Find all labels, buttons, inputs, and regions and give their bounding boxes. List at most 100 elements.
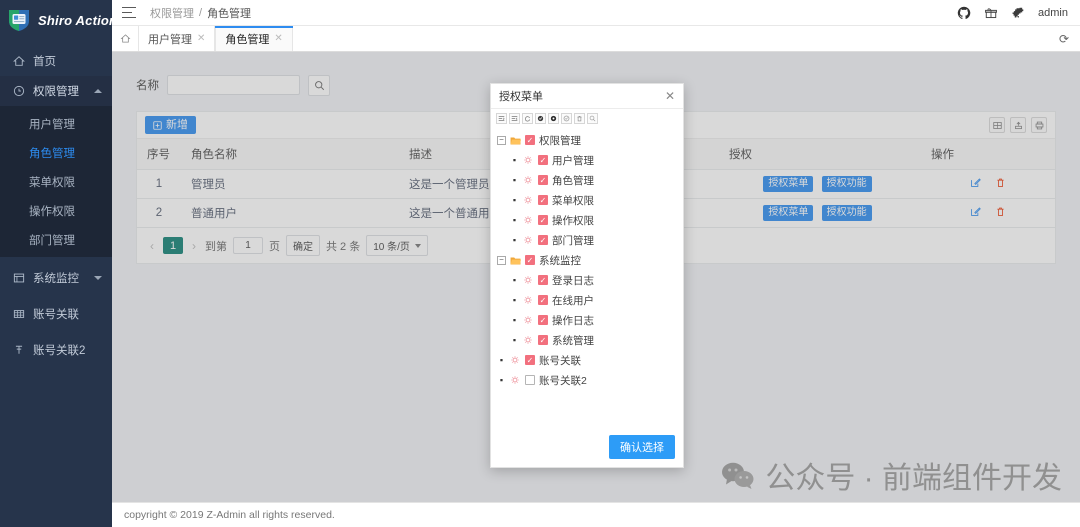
tree-node[interactable]: ▪ ✓ 系统管理 — [497, 330, 683, 350]
refresh-icon[interactable] — [522, 113, 533, 124]
sidebar-item-account-link[interactable]: 账号关联 — [0, 299, 112, 329]
grant-menu-button[interactable]: 授权菜单 — [763, 205, 814, 221]
plus-square-icon — [153, 120, 162, 130]
tree-checkbox[interactable]: ✓ — [538, 175, 548, 185]
sidebar-item-account-link-2[interactable]: 账号关联2 — [0, 335, 112, 365]
tree-node[interactable]: ▪ ✓ 在线用户 — [497, 290, 683, 310]
tree-node-label[interactable]: 操作权限 — [552, 213, 594, 228]
github-icon[interactable] — [957, 6, 971, 20]
goto-page-input[interactable] — [233, 237, 263, 254]
sidebar-item-role-manage[interactable]: 角色管理 — [0, 138, 112, 167]
delete-icon[interactable] — [995, 177, 1006, 191]
tree-node-label[interactable]: 登录日志 — [552, 273, 594, 288]
tree-node[interactable]: ▪ ✓ 用户管理 — [497, 150, 683, 170]
tree-node[interactable]: ▪ ✓ 角色管理 — [497, 170, 683, 190]
tree-checkbox[interactable]: ✓ — [525, 255, 535, 265]
shield-badge-icon — [6, 8, 32, 32]
user-menu[interactable]: admin — [1038, 7, 1068, 19]
tree-bullet-icon: ▪ — [512, 275, 517, 285]
zoom-icon[interactable] — [587, 113, 598, 124]
grant-menu-button[interactable]: 授权菜单 — [763, 176, 814, 192]
tree-node-label[interactable]: 权限管理 — [539, 133, 581, 148]
tree-node-label[interactable]: 用户管理 — [552, 153, 594, 168]
page-next-button[interactable]: › — [189, 239, 199, 253]
trash-icon[interactable] — [574, 113, 585, 124]
close-icon[interactable]: ✕ — [665, 90, 675, 102]
add-button[interactable]: 新增 — [145, 116, 196, 134]
tree-node-label[interactable]: 角色管理 — [552, 173, 594, 188]
tree-checkbox[interactable]: ✓ — [538, 315, 548, 325]
tree-node-label[interactable]: 系统监控 — [539, 253, 581, 268]
tab-role-manage[interactable]: 角色管理 ✕ — [215, 26, 294, 51]
goto-confirm-button[interactable]: 确定 — [286, 235, 320, 256]
search-button[interactable] — [308, 74, 330, 96]
search-input[interactable] — [167, 75, 300, 95]
tree-checkbox[interactable]: ✓ — [525, 355, 535, 365]
check-circle-icon[interactable] — [561, 113, 572, 124]
columns-icon[interactable] — [989, 117, 1005, 133]
sidebar-item-action-permission[interactable]: 操作权限 — [0, 196, 112, 225]
tab-user-manage[interactable]: 用户管理 ✕ — [138, 26, 216, 51]
print-icon[interactable] — [1031, 117, 1047, 133]
tab-close-icon-0[interactable]: ✕ — [197, 33, 205, 44]
breadcrumb-item-1[interactable]: 角色管理 — [207, 5, 251, 21]
tab-refresh-icon[interactable]: ⟳ — [1048, 26, 1080, 51]
tree-checkbox[interactable] — [525, 375, 535, 385]
tree-node-label[interactable]: 在线用户 — [552, 293, 594, 308]
tree-checkbox[interactable]: ✓ — [538, 335, 548, 345]
sidebar-item-user-manage[interactable]: 用户管理 — [0, 109, 112, 138]
page-number-1[interactable]: 1 — [163, 237, 183, 254]
delete-icon[interactable] — [995, 206, 1006, 220]
tree-checkbox[interactable]: ✓ — [525, 135, 535, 145]
tree-node-label[interactable]: 菜单权限 — [552, 193, 594, 208]
tree-node[interactable]: ▪ ✓ 操作权限 — [497, 210, 683, 230]
tree-toggle-icon[interactable]: − — [497, 255, 506, 265]
tab-home-icon[interactable] — [112, 26, 138, 51]
gift-icon[interactable] — [984, 6, 998, 20]
tree-node[interactable]: ▪ ✓ 账号关联 — [497, 350, 683, 370]
tree-node[interactable]: − ✓ 系统监控 — [497, 250, 683, 270]
tree-node-label[interactable]: 操作日志 — [552, 313, 594, 328]
sidebar-item-menu-permission[interactable]: 菜单权限 — [0, 167, 112, 196]
sidebar-item-dept-manage[interactable]: 部门管理 — [0, 225, 112, 254]
breadcrumb-item-0[interactable]: 权限管理 — [150, 5, 194, 21]
tab-bar: 用户管理 ✕ 角色管理 ✕ ⟳ — [112, 26, 1080, 52]
tree-checkbox[interactable]: ✓ — [538, 155, 548, 165]
tree-node-label[interactable]: 系统管理 — [552, 333, 594, 348]
tree-node[interactable]: − ✓ 权限管理 — [497, 130, 683, 150]
tree-node[interactable]: ▪ 账号关联2 — [497, 370, 683, 390]
check-dark-icon[interactable] — [548, 113, 559, 124]
edit-icon[interactable] — [970, 177, 982, 191]
grant-function-button[interactable]: 授权功能 — [821, 205, 872, 221]
tree-checkbox[interactable]: ✓ — [538, 195, 548, 205]
tree-node-label[interactable]: 账号关联 — [539, 353, 581, 368]
tree-checkbox[interactable]: ✓ — [538, 295, 548, 305]
tree-node-label[interactable]: 部门管理 — [552, 233, 594, 248]
tree-checkbox[interactable]: ✓ — [538, 235, 548, 245]
page-prev-button[interactable]: ‹ — [147, 239, 157, 253]
check-filled-icon[interactable] — [535, 113, 546, 124]
expand-all-icon[interactable] — [496, 113, 507, 124]
tab-close-icon-1[interactable]: ✕ — [274, 33, 282, 44]
tree-node[interactable]: ▪ ✓ 部门管理 — [497, 230, 683, 250]
export-icon[interactable] — [1010, 117, 1026, 133]
edit-icon[interactable] — [970, 206, 982, 220]
confirm-selection-button[interactable]: 确认选择 — [609, 435, 675, 459]
sidebar-item-home[interactable]: 首页 — [0, 46, 112, 76]
tree-node-label[interactable]: 账号关联2 — [539, 373, 587, 388]
tree-checkbox[interactable]: ✓ — [538, 275, 548, 285]
grant-function-button[interactable]: 授权功能 — [821, 176, 872, 192]
tree-node[interactable]: ▪ ✓ 菜单权限 — [497, 190, 683, 210]
brand-logo[interactable]: Shiro Action — [0, 0, 112, 40]
dinosaur-icon[interactable] — [1011, 6, 1025, 20]
page-size-select[interactable]: 10 条/页 — [366, 235, 428, 256]
tree-toggle-icon[interactable]: − — [497, 135, 506, 145]
tree-node[interactable]: ▪ ✓ 操作日志 — [497, 310, 683, 330]
col-index: 序号 — [137, 139, 181, 170]
collapse-all-icon[interactable] — [509, 113, 520, 124]
sidebar-item-permission[interactable]: 权限管理 — [0, 76, 112, 106]
sidebar-item-system-monitor[interactable]: 系统监控 — [0, 263, 112, 293]
menu-collapse-icon[interactable] — [122, 6, 136, 19]
tree-checkbox[interactable]: ✓ — [538, 215, 548, 225]
tree-node[interactable]: ▪ ✓ 登录日志 — [497, 270, 683, 290]
